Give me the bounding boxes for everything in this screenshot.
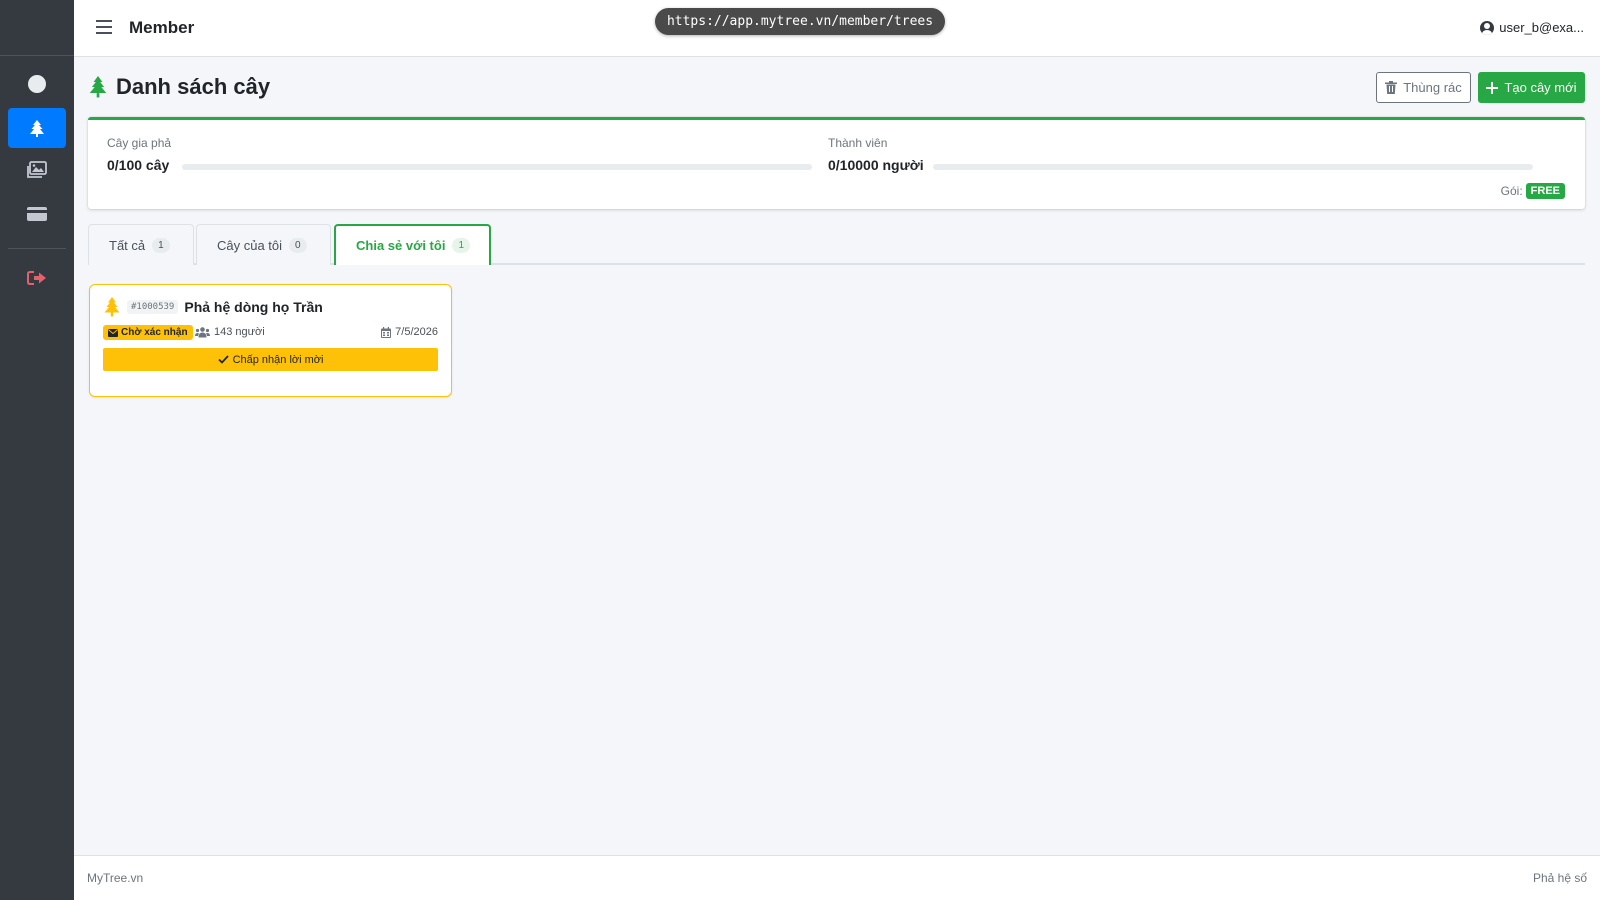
- footer-brand: MyTree.vn: [87, 871, 144, 885]
- calendar-icon: [381, 326, 392, 338]
- tab-shared-count: 1: [452, 238, 470, 253]
- images-icon: [27, 161, 47, 178]
- sidebar-item-payment[interactable]: [8, 194, 66, 234]
- tab-all[interactable]: Tất cả 1: [88, 224, 194, 265]
- tree-date: 7/5/2026: [381, 326, 438, 338]
- url-display: https://app.mytree.vn/member/trees: [655, 8, 945, 35]
- tree-id: #1000539: [127, 300, 179, 314]
- sidebar-item-trees[interactable]: [8, 108, 66, 148]
- pending-status-badge: Chờ xác nhận: [103, 325, 193, 340]
- sidebar-item-logout[interactable]: [8, 258, 66, 298]
- tree-card-header: #1000539 Phả hệ dòng họ Trần: [103, 297, 323, 317]
- tab-my-trees[interactable]: Cây của tôi 0: [196, 224, 331, 265]
- trash-button-label: Thùng rác: [1403, 80, 1462, 95]
- trash-icon: [1385, 81, 1398, 94]
- credit-card-icon: [27, 207, 47, 221]
- tree-card-meta: Chờ xác nhận 143 người 7/5/2026: [103, 325, 438, 341]
- member-quota-label: Thành viên: [828, 136, 888, 150]
- sidebar-item-images[interactable]: [8, 150, 66, 190]
- plus-icon: [1486, 81, 1499, 94]
- member-quota-progress: [933, 164, 1533, 170]
- tree-date-text: 7/5/2026: [395, 326, 438, 338]
- tree-member-count: 143 người: [195, 326, 265, 338]
- page-title-text: Danh sách cây: [116, 74, 271, 99]
- accept-invite-label: Chấp nhận lời mời: [232, 353, 324, 366]
- quota-card: Cây gia phả 0/100 cây Thành viên 0/10000…: [88, 117, 1585, 209]
- navbar-title: Member: [129, 18, 195, 37]
- tree-icon: [104, 297, 120, 317]
- tab-my-trees-label: Cây của tôi: [217, 237, 283, 253]
- top-navbar: Member https://app.mytree.vn/member/tree…: [74, 0, 1600, 57]
- footer-tagline: Phả hệ số: [1532, 871, 1587, 885]
- plan-info: Gói: FREE: [1501, 183, 1565, 199]
- create-tree-button-label: Tạo cây mới: [1504, 80, 1577, 95]
- user-email: user_b@exa...: [1499, 20, 1584, 35]
- accept-invite-button[interactable]: Chấp nhận lời mời: [103, 348, 438, 371]
- tab-my-trees-count: 0: [289, 237, 307, 253]
- envelope-icon: [108, 328, 118, 337]
- sidebar-brand: [0, 0, 74, 56]
- plan-badge: FREE: [1525, 183, 1565, 199]
- tree-icon: [30, 120, 44, 137]
- tree-icon: [89, 76, 107, 98]
- check-icon: [217, 355, 229, 364]
- tree-quota-progress: [182, 164, 812, 170]
- tree-quota-label: Cây gia phả: [107, 136, 172, 150]
- tree-member-count-text: 143 người: [214, 326, 265, 338]
- sidebar-divider: [8, 248, 66, 249]
- tree-quota: Cây gia phả 0/100 cây: [107, 136, 171, 173]
- logout-icon: [27, 271, 46, 285]
- pending-status-text: Chờ xác nhận: [121, 327, 188, 338]
- tab-all-count: 1: [152, 237, 170, 253]
- sidebar-item-dashboard[interactable]: [8, 64, 66, 104]
- tab-shared-label: Chia sẻ với tôi: [356, 238, 446, 253]
- tab-all-label: Tất cả: [109, 237, 146, 253]
- plan-label: Gói:: [1500, 184, 1523, 198]
- create-tree-button[interactable]: Tạo cây mới: [1478, 72, 1585, 103]
- user-circle-icon: [1480, 20, 1495, 35]
- menu-toggle-icon[interactable]: [96, 20, 112, 34]
- tab-shared-with-me[interactable]: Chia sẻ với tôi 1: [334, 224, 491, 265]
- user-menu[interactable]: user_b@exa...: [1480, 20, 1584, 35]
- page-title: Danh sách cây: [88, 74, 270, 100]
- footer: MyTree.vn Phả hệ số: [74, 855, 1600, 900]
- trash-button[interactable]: Thùng rác: [1376, 72, 1471, 103]
- tree-quota-value: 0/100 cây: [107, 157, 170, 173]
- tree-name[interactable]: Phả hệ dòng họ Trần: [184, 299, 322, 315]
- tree-card[interactable]: #1000539 Phả hệ dòng họ Trần Chờ xác nhậ…: [89, 284, 452, 397]
- sidebar: [0, 0, 74, 900]
- dashboard-circle-icon: [28, 75, 46, 93]
- users-icon: [195, 326, 210, 337]
- member-quota-value: 0/10000 người: [828, 157, 924, 173]
- member-quota: Thành viên 0/10000 người: [828, 136, 924, 173]
